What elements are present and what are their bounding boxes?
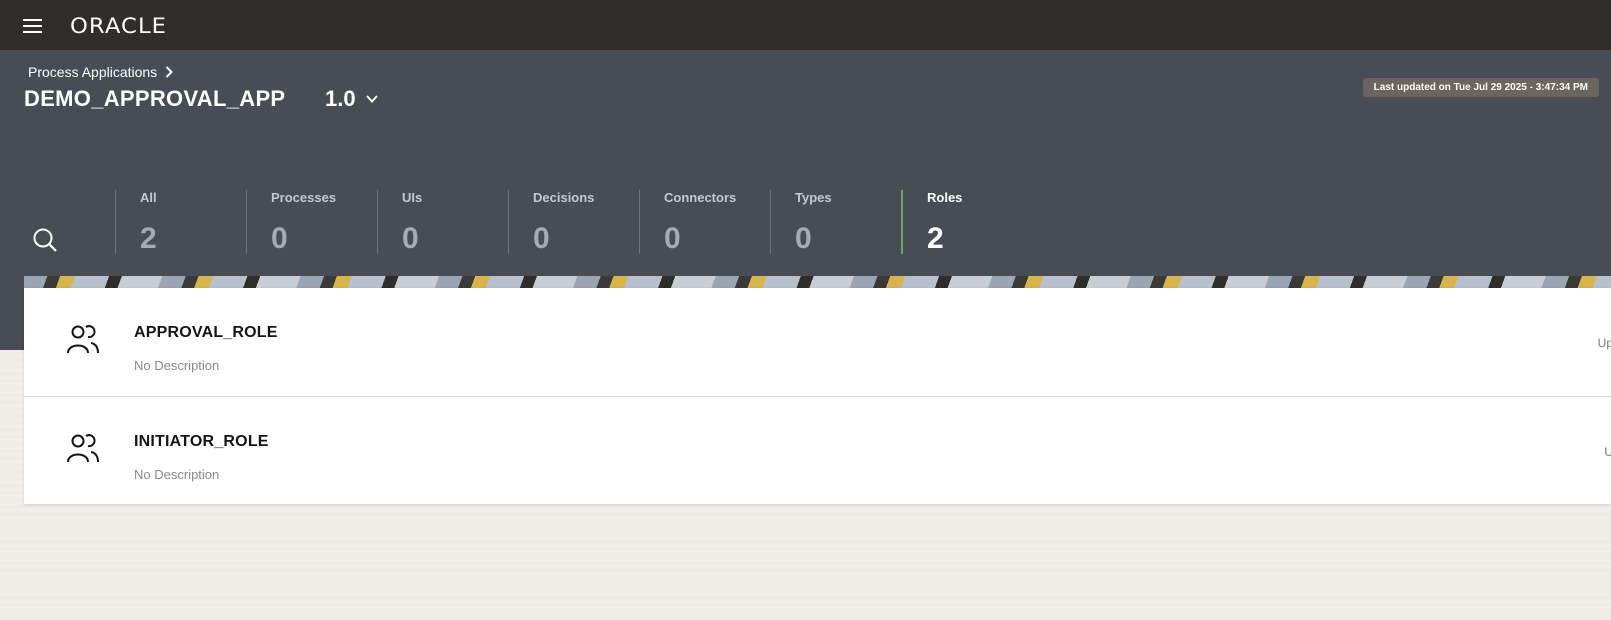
decorative-banner — [24, 276, 1611, 288]
tab-all[interactable]: All 2 — [115, 190, 246, 255]
tab-connectors[interactable]: Connectors 0 — [639, 190, 770, 255]
users-icon — [67, 325, 99, 354]
role-name: APPROVAL_ROLE — [134, 324, 278, 341]
tab-count: 2 — [927, 222, 944, 255]
page-title: DEMO_APPROVAL_APP — [24, 86, 286, 111]
tab-label: Types — [795, 190, 832, 205]
tab-uis[interactable]: UIs 0 — [377, 190, 508, 255]
tab-count: 0 — [795, 222, 812, 255]
tab-count: 0 — [664, 222, 681, 255]
chevron-down-icon — [365, 95, 378, 103]
breadcrumb-process-applications[interactable]: Process Applications — [28, 64, 157, 80]
users-icon — [67, 434, 99, 463]
tab-label: All — [140, 190, 157, 205]
list-item[interactable]: APPROVAL_ROLE No Description Up — [24, 288, 1611, 395]
search-icon[interactable] — [32, 227, 58, 253]
artifact-tabs: All 2 Processes 0 UIs 0 Decisions 0 Conn… — [115, 190, 1033, 255]
tab-label: Processes — [271, 190, 337, 205]
last-updated-badge: Last updated on Tue Jul 29 2025 - 3:47:3… — [1362, 78, 1599, 97]
version-selector[interactable]: 1.0 — [325, 86, 378, 112]
role-name: INITIATOR_ROLE — [134, 433, 269, 450]
role-description: No Description — [134, 358, 220, 373]
roles-list: APPROVAL_ROLE No Description Up INITIATO… — [24, 288, 1611, 504]
hamburger-icon[interactable] — [23, 19, 42, 33]
top-bar: ORACLE — [0, 0, 1611, 50]
tab-count: 2 — [140, 222, 157, 255]
version-label: 1.0 — [325, 86, 356, 111]
chevron-right-icon — [165, 66, 174, 78]
tab-label: Connectors — [664, 190, 737, 205]
list-item[interactable]: INITIATOR_ROLE No Description U — [24, 396, 1611, 504]
tab-label: Roles — [927, 190, 963, 205]
tab-label: Decisions — [533, 190, 595, 205]
tab-count: 0 — [533, 222, 550, 255]
oracle-logo[interactable]: ORACLE — [70, 14, 167, 38]
tab-types[interactable]: Types 0 — [770, 190, 901, 255]
tab-count: 0 — [402, 222, 419, 255]
breadcrumb[interactable]: Process Applications — [28, 64, 174, 80]
role-updated-text: Up — [1597, 336, 1611, 350]
role-updated-text: U — [1604, 445, 1611, 459]
tab-count: 0 — [271, 222, 288, 255]
tab-processes[interactable]: Processes 0 — [246, 190, 377, 255]
tab-decisions[interactable]: Decisions 0 — [508, 190, 639, 255]
tab-roles[interactable]: Roles 2 — [901, 190, 1033, 255]
tab-label: UIs — [402, 190, 423, 205]
role-description: No Description — [134, 467, 220, 482]
